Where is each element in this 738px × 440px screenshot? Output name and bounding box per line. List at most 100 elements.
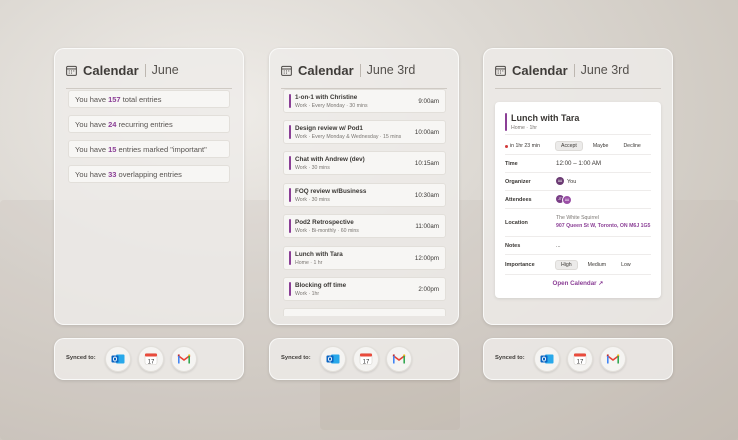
stat-text: total entries (120, 95, 162, 104)
event-time: 10:15am (414, 160, 439, 167)
panel-header: Calendar June 3rd (495, 60, 661, 89)
event-color-bar (289, 156, 291, 170)
divider (573, 63, 575, 77)
panel-title: Calendar (512, 62, 568, 78)
stat-text: You have (75, 95, 109, 104)
event-title: Blocking off time (295, 282, 347, 289)
event-time: 12:00pm (414, 255, 439, 262)
calendar-day: 17 (363, 359, 370, 365)
gmail-icon[interactable] (600, 346, 626, 372)
event-color-bar (289, 282, 291, 296)
event-color-bar (289, 219, 291, 233)
event-color-bar (289, 125, 291, 139)
calendar-icon[interactable]: 17 (138, 346, 164, 372)
detail-header: Lunch with Tara Home · 1hr (505, 112, 651, 135)
synced-label: Synced to: (281, 355, 311, 361)
notes-value[interactable]: ... (556, 243, 561, 249)
event-item-partial[interactable] (283, 308, 446, 316)
importance-medium-button[interactable]: Medium (583, 261, 611, 269)
calendar-icon (495, 65, 506, 76)
stat-number: 157 (108, 95, 121, 104)
event-detail-panel: Calendar June 3rd Lunch with Tara Home ·… (483, 48, 673, 325)
day-events-panel: Calendar June 3rd 1-on-1 with Christine W… (269, 48, 459, 325)
maybe-button[interactable]: Maybe (588, 142, 614, 150)
event-color-bar (289, 251, 291, 265)
panel-header: Calendar June 3rd (281, 60, 447, 89)
event-item[interactable]: Pod2 Retrospective Work · Bi-monthly · 60… (283, 214, 446, 238)
stat-total-entries[interactable]: You have 157 total entries (68, 90, 230, 108)
calendar-day: 17 (148, 359, 155, 365)
event-subtitle: Work · Every Monday · 30 mins (295, 103, 368, 109)
stat-overlapping-entries[interactable]: You have 33 overlapping entries (68, 165, 230, 183)
stat-text: You have (75, 145, 109, 154)
attendees-row: Attendees JT AA (505, 192, 651, 209)
avatar: AA (556, 177, 564, 185)
time-value: 12:00 – 1:00 AM (556, 160, 602, 167)
event-item[interactable]: Blocking off time Work · 1hr 2:00pm (283, 277, 446, 301)
location-label: Location (505, 220, 528, 226)
event-detail-card: Lunch with Tara Home · 1hr in 1hr 23 min… (495, 102, 661, 298)
open-calendar-link[interactable]: Open Calendar ↗ (495, 280, 661, 287)
attendees-label: Attendees (505, 197, 532, 203)
event-time: 2:00pm (418, 286, 439, 293)
panel-subtitle: June 3rd (366, 63, 416, 77)
calendar-icon (281, 65, 292, 76)
sync-bar: Synced to: 17 (269, 338, 459, 380)
calendar-icon[interactable]: 17 (567, 346, 593, 372)
summary-panel: Calendar June You have 157 total entries… (54, 48, 244, 325)
accept-button[interactable]: Accept (555, 141, 583, 151)
gmail-icon[interactable] (171, 346, 197, 372)
event-title: Design review w/ Pod1 (295, 125, 363, 132)
event-item[interactable]: Design review w/ Pod1 Work · Every Monday… (283, 120, 446, 144)
avatar[interactable]: AA (562, 195, 572, 205)
stat-important-entries[interactable]: You have 15 entries marked "important" (68, 140, 230, 158)
event-time: 11:00am (415, 223, 439, 230)
divider (359, 63, 361, 77)
sync-bar: Synced to: 17 (483, 338, 673, 380)
event-item[interactable]: Lunch with Tara Home · 1 hr 12:00pm (283, 246, 446, 270)
calendar-icon[interactable]: 17 (353, 346, 379, 372)
status-dot (505, 145, 508, 148)
event-title: Chat with Andrew (dev) (295, 156, 365, 163)
location-row: Location The White Squirrel 907 Queen St… (505, 210, 651, 237)
event-item[interactable]: FOQ review w/Business Work · 30 mins 10:30… (283, 183, 446, 207)
gmail-icon[interactable] (386, 346, 412, 372)
importance-row: Importance High Medium Low (505, 256, 651, 275)
stat-text: entries marked "important" (116, 145, 207, 154)
event-item[interactable]: 1-on-1 with Christine Work · Every Monday… (283, 89, 446, 113)
event-title: Pod2 Retrospective (295, 219, 354, 226)
importance-high-button[interactable]: High (555, 260, 578, 270)
event-subtitle: Work · 1hr (295, 291, 320, 297)
panel-subtitle: June 3rd (580, 63, 630, 77)
event-title: 1-on-1 with Christine (295, 94, 358, 101)
importance-low-button[interactable]: Low (616, 261, 636, 269)
event-color-bar (289, 188, 291, 202)
sync-bar: Synced to: 17 (54, 338, 244, 380)
time-label: Time (505, 161, 518, 167)
location-address-link[interactable]: 907 Queen St W, Toronto, ON M6J 1G5 (556, 223, 650, 229)
outlook-icon[interactable] (105, 346, 131, 372)
outlook-icon[interactable] (320, 346, 346, 372)
importance-label: Importance (505, 262, 535, 268)
outlook-icon[interactable] (534, 346, 560, 372)
synced-label: Synced to: (495, 355, 525, 361)
calendar-icon (66, 65, 77, 76)
importance-options: High Medium Low (555, 260, 641, 270)
event-time: 9:00am (418, 98, 439, 105)
event-item[interactable]: Chat with Andrew (dev) Work · 30 mins 10:1… (283, 151, 446, 175)
stat-recurring-entries[interactable]: You have 24 recurring entries (68, 115, 230, 133)
event-time: 10:30am (414, 192, 439, 199)
panel-header: Calendar June (66, 60, 232, 89)
time-row: Time 12:00 – 1:00 AM (505, 156, 651, 173)
stat-text: You have (75, 120, 109, 129)
event-title: Lunch with Tara (511, 113, 580, 123)
panel-subtitle: June (151, 63, 179, 77)
event-subtitle: Work · Every Monday & Wednesday · 15 min… (295, 134, 402, 140)
decline-button[interactable]: Decline (618, 142, 645, 150)
organizer-label: Organizer (505, 179, 531, 185)
divider (144, 63, 146, 77)
stat-text: You have (75, 170, 109, 179)
panel-title: Calendar (83, 62, 139, 78)
event-subtitle: Work · Bi-monthly · 60 mins (295, 228, 359, 234)
event-title: FOQ review w/Business (295, 188, 367, 195)
